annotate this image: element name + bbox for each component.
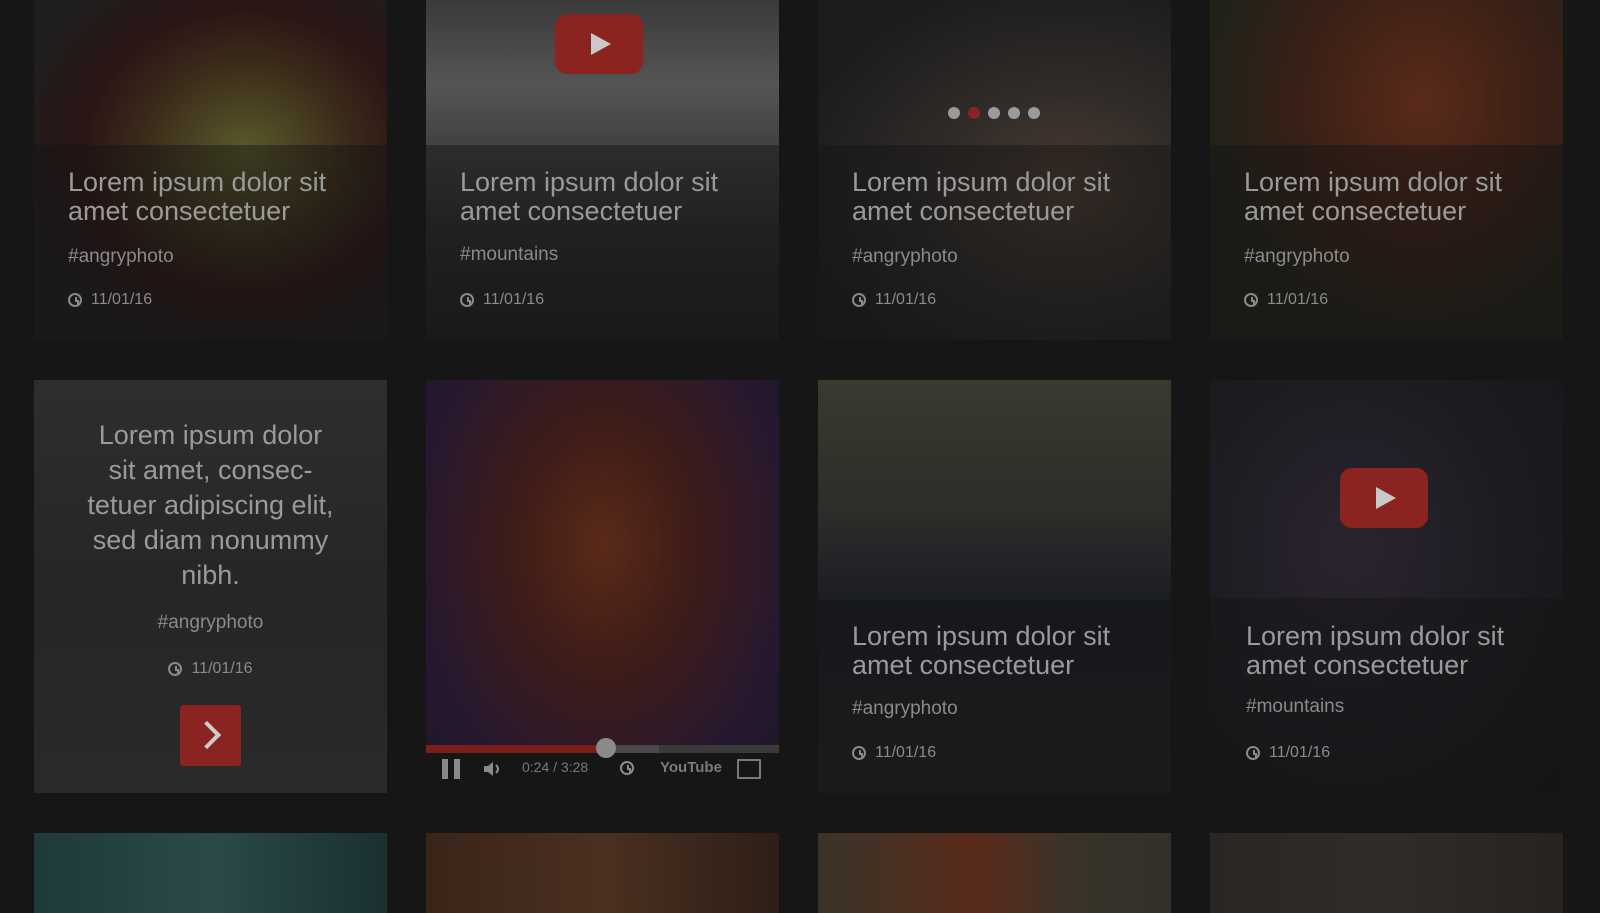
date-text: 11/01/16	[191, 660, 253, 677]
card-screaming-man[interactable]: Lorem ipsum dolor sit amet consectetuer …	[818, 0, 1171, 340]
video-controls: 0:24 / 3:28 YouTube	[426, 738, 779, 793]
duration: 3:28	[560, 759, 589, 775]
slide-dot[interactable]	[1008, 107, 1020, 119]
card-tag[interactable]: #angryphoto	[34, 612, 387, 634]
clock-icon	[460, 293, 474, 307]
card-image	[426, 833, 779, 913]
date-text: 11/01/16	[483, 291, 545, 308]
card-title: Lorem ipsum dolor sit amet, consec-tetue…	[87, 420, 334, 590]
card-volcano-video[interactable]: 0:24 / 3:28 YouTube	[426, 380, 779, 793]
date-text: 11/01/16	[91, 291, 153, 308]
card-tag[interactable]: #angryphoto	[852, 246, 958, 268]
clock-icon	[852, 746, 866, 760]
fullscreen-icon[interactable]	[737, 759, 761, 779]
card-title: Lorem ipsum dolor sit amet consectetuer	[460, 167, 719, 226]
video-progress-bar[interactable]	[426, 738, 779, 758]
time-readout: 0:24 / 3:28	[522, 759, 588, 775]
card-title: Lorem ipsum dolor sit amet consectetuer	[1244, 167, 1503, 226]
progress-fill	[426, 745, 607, 753]
card-partial-3[interactable]	[818, 833, 1171, 913]
volume-icon[interactable]	[482, 759, 504, 779]
card-office[interactable]: Lorem ipsum dolor sit amet, consec-tetue…	[34, 380, 387, 793]
card-angry-bird[interactable]: Lorem ipsum dolor sit amet consectetuer …	[34, 0, 387, 340]
slide-dot[interactable]	[1028, 107, 1040, 119]
card-date: 11/01/16	[34, 660, 387, 678]
card-partial-1[interactable]	[34, 833, 387, 913]
clock-icon	[1244, 293, 1258, 307]
card-tag[interactable]: #mountains	[1246, 696, 1344, 718]
card-partial-2[interactable]	[426, 833, 779, 913]
card-partial-4[interactable]	[1210, 833, 1563, 913]
date-text: 11/01/16	[875, 291, 937, 308]
card-date: 11/01/16	[1246, 744, 1330, 762]
card-tag[interactable]: #angryphoto	[1244, 246, 1350, 268]
card-image	[1210, 833, 1563, 913]
card-monster[interactable]: Lorem ipsum dolor sit amet consectetuer …	[1210, 0, 1563, 340]
play-icon[interactable]	[1340, 468, 1428, 528]
pause-icon[interactable]	[442, 759, 460, 779]
card-tag[interactable]: #angryphoto	[852, 698, 958, 720]
date-text: 11/01/16	[1267, 291, 1329, 308]
clock-icon	[1246, 746, 1260, 760]
card-tag[interactable]: #mountains	[460, 244, 558, 266]
slide-dot[interactable]	[988, 107, 1000, 119]
card-date: 11/01/16	[852, 744, 936, 762]
clock-icon	[852, 293, 866, 307]
scrubber-handle[interactable]	[596, 738, 617, 758]
youtube-logo[interactable]: YouTube	[660, 759, 722, 776]
chevron-right-icon[interactable]	[180, 705, 241, 766]
slide-dots	[948, 107, 1040, 119]
card-title: Lorem ipsum dolor sit amet consectetuer	[852, 621, 1111, 680]
clock-icon	[168, 662, 183, 676]
video-frame	[426, 380, 779, 793]
card-date: 11/01/16	[68, 291, 152, 309]
card-mountains-video[interactable]: Lorem ipsum dolor sit amet consectetuer …	[426, 0, 779, 340]
card-image	[818, 833, 1171, 913]
card-title: Lorem ipsum dolor sit amet consectetuer	[1246, 621, 1505, 680]
clock-icon	[68, 293, 82, 307]
date-text: 11/01/16	[875, 744, 937, 761]
card-image	[34, 833, 387, 913]
card-title: Lorem ipsum dolor sit amet consectetuer	[852, 167, 1111, 226]
card-car[interactable]: Lorem ipsum dolor sit amet consectetuer …	[818, 380, 1171, 793]
card-date: 11/01/16	[1244, 291, 1328, 309]
date-text: 11/01/16	[1269, 744, 1331, 761]
card-space-video[interactable]: Lorem ipsum dolor sit amet consectetuer …	[1210, 380, 1563, 793]
clock-icon[interactable]	[620, 761, 634, 775]
play-icon[interactable]	[555, 14, 643, 74]
card-date: 11/01/16	[852, 291, 936, 309]
card-tag[interactable]: #angryphoto	[68, 246, 174, 268]
card-title: Lorem ipsum dolor sit amet consectetuer	[68, 167, 327, 226]
card-date: 11/01/16	[460, 291, 544, 309]
slide-dot[interactable]	[948, 107, 960, 119]
slide-dot-active[interactable]	[968, 107, 980, 119]
time-separator: /	[553, 759, 558, 775]
current-time: 0:24	[522, 759, 550, 775]
